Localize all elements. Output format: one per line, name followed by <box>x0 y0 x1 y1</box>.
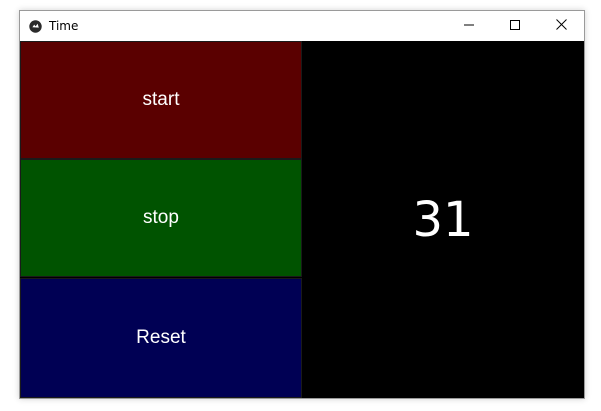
maximize-icon <box>510 17 520 35</box>
button-column: start stop Reset <box>20 41 302 398</box>
maximize-button[interactable] <box>492 11 538 41</box>
minimize-button[interactable] <box>446 11 492 41</box>
app-window: Time start stop Reset 31 <box>19 10 585 399</box>
minimize-icon <box>464 17 474 35</box>
stop-button-label: stop <box>143 207 179 228</box>
start-button[interactable]: start <box>20 41 302 159</box>
app-icon <box>29 19 42 33</box>
close-button[interactable] <box>538 11 584 41</box>
close-icon <box>555 17 567 35</box>
window-title: Time <box>49 19 79 33</box>
time-counter: 31 <box>302 41 584 398</box>
start-button-label: start <box>142 89 180 110</box>
stop-button[interactable]: stop <box>20 159 302 277</box>
reset-button[interactable]: Reset <box>20 278 302 398</box>
page: Time start stop Reset 31 <box>0 0 601 411</box>
content-area: start stop Reset 31 <box>20 41 584 398</box>
reset-button-label: Reset <box>136 327 186 348</box>
title-bar[interactable]: Time <box>20 11 584 41</box>
time-counter-value: 31 <box>412 191 474 248</box>
window-controls <box>446 11 584 41</box>
